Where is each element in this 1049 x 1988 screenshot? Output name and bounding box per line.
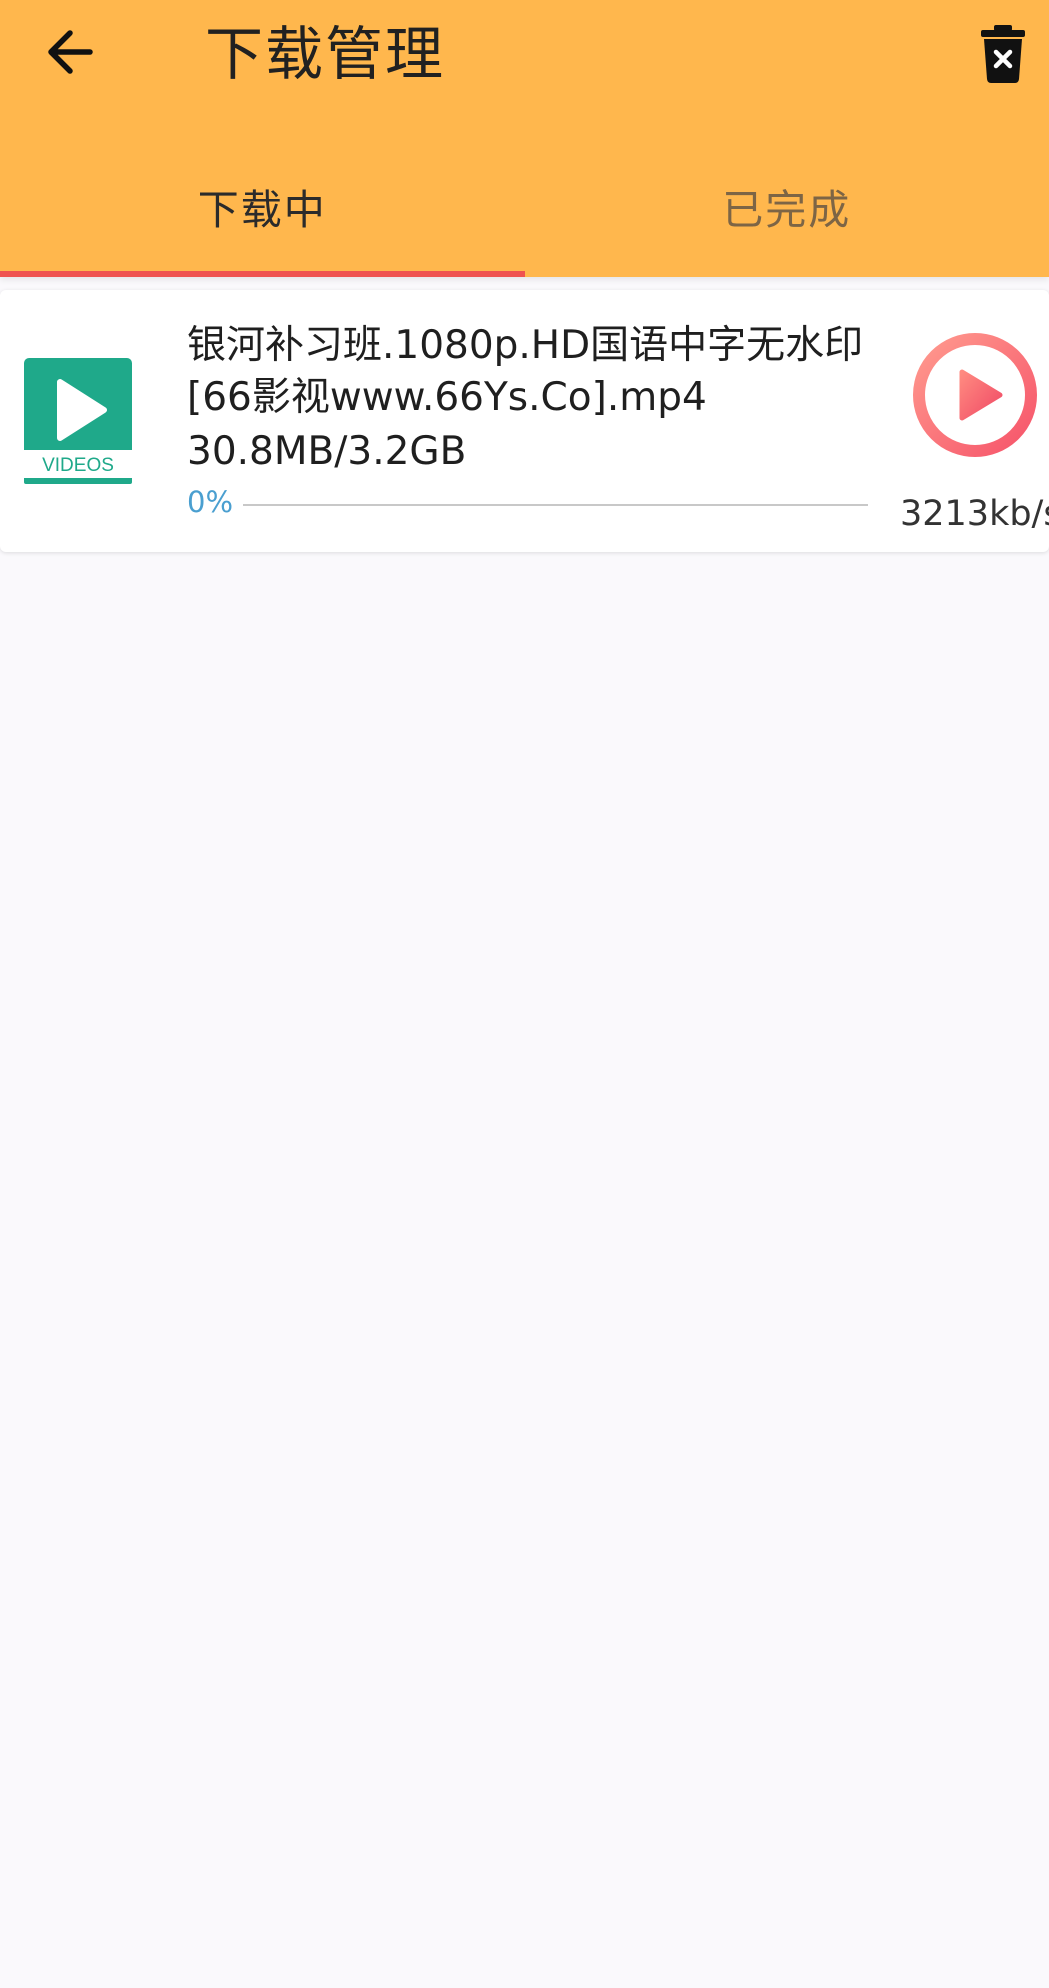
- tab-label: 已完成: [722, 186, 852, 234]
- file-name: 银河补习班.1080p.HD国语中字无水印[66影视www.66Ys.Co].m…: [187, 323, 864, 420]
- svg-text:VIDEOS: VIDEOS: [42, 455, 114, 476]
- file-size: 30.8MB/3.2GB: [187, 429, 467, 474]
- arrow-left-icon: [48, 30, 93, 74]
- progress-bar: [243, 504, 868, 506]
- video-file-icon: VIDEOS: [24, 358, 132, 484]
- download-speed: 3213kb/s: [900, 494, 1049, 534]
- tab-downloading[interactable]: 下载中: [0, 160, 525, 277]
- download-item[interactable]: VIDEOS 银河补习班.1080p.HD国语中字无水印[66影视www.66Y…: [0, 290, 1049, 552]
- tab-label: 下载中: [197, 186, 327, 234]
- delete-all-button[interactable]: [963, 14, 1043, 94]
- app-bar: 下载管理 下载中 已完成: [0, 0, 1049, 277]
- progress-percent: 0%: [187, 485, 234, 519]
- resume-download-button[interactable]: [910, 330, 1040, 460]
- play-icon: [913, 333, 1037, 457]
- active-tab-indicator: [0, 271, 525, 277]
- back-button[interactable]: [30, 12, 110, 92]
- tab-completed[interactable]: 已完成: [525, 160, 1049, 277]
- tab-bar: 下载中 已完成: [0, 160, 1049, 277]
- page-title: 下载管理: [205, 20, 446, 88]
- trash-delete-icon: [981, 25, 1025, 83]
